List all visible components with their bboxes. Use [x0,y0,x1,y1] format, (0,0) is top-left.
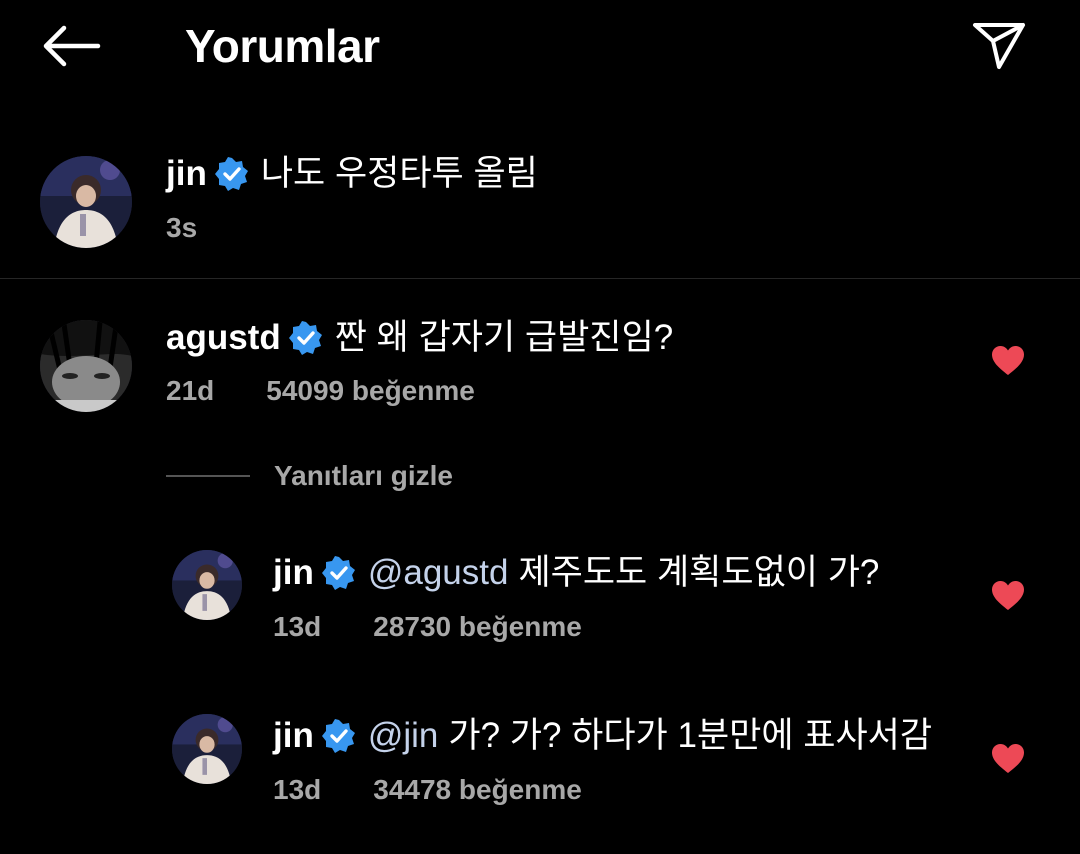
reply-likes[interactable]: 34478 beğenme [373,772,582,808]
avatar[interactable] [172,550,242,620]
reply-mention[interactable]: @agustd [368,551,509,595]
replies-divider-line [166,475,250,477]
comment-username[interactable]: agustd [166,316,281,360]
verified-badge-icon [321,556,356,590]
avatar[interactable] [40,156,132,248]
avatar[interactable] [40,320,132,412]
reply-username[interactable]: jin [273,714,314,758]
reply-mention[interactable]: @jin [368,714,439,758]
page-title: Yorumlar [185,20,380,72]
reply-username[interactable]: jin [273,551,314,595]
hide-replies-label: Yanıtları gizle [274,460,453,491]
comment-text: 짠 왜 갑자기 급발진임? [334,318,674,357]
caption-time: 3s [166,212,198,243]
verified-badge-icon [214,157,249,191]
top-bar: Yorumlar [0,0,1080,92]
back-button[interactable] [38,20,104,72]
verified-badge-icon [288,321,323,355]
reply-time: 13d [273,774,322,805]
avatar[interactable] [172,714,242,784]
share-button[interactable] [966,14,1032,76]
heart-filled-icon[interactable] [991,743,1025,775]
reply-text: 가? 가? 하다가 1분만에 표사서감 [448,716,933,755]
divider [0,278,1080,279]
caption-username[interactable]: jin [166,152,207,196]
heart-filled-icon[interactable] [991,580,1025,612]
verified-badge-icon [321,719,356,753]
reply-text: 제주도도 계획도없이 가? [518,553,880,592]
paper-plane-icon [973,23,1025,69]
reply-time: 13d [273,611,322,642]
heart-filled-icon[interactable] [991,345,1025,377]
reply-likes[interactable]: 28730 beğenme [373,609,582,645]
hide-replies-button[interactable]: Yanıtları gizle [166,458,453,494]
comment-likes[interactable]: 54099 beğenme [266,373,475,409]
arrow-left-icon [43,25,101,67]
comment-time: 21d [166,375,215,406]
caption-text: 나도 우정타투 올림 [260,154,538,193]
